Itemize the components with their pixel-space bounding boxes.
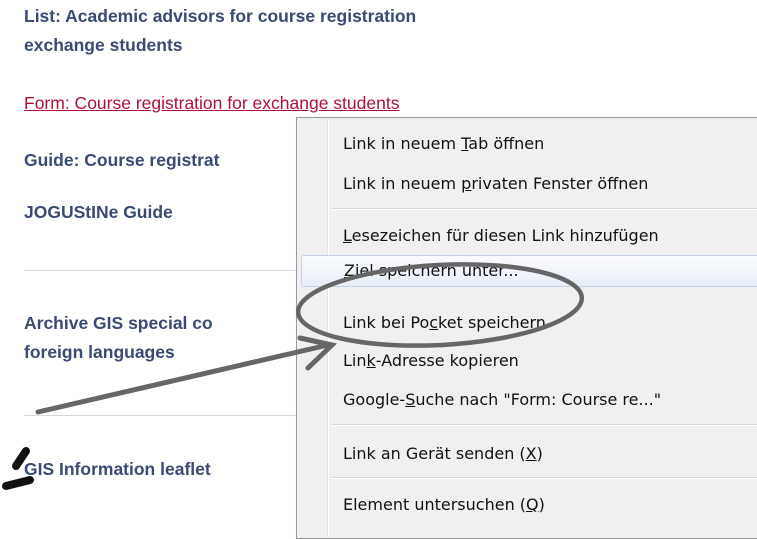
access-key: k xyxy=(366,351,376,370)
separator xyxy=(24,270,304,271)
link-course-registration-guide[interactable]: Guide: Course registrat xyxy=(24,146,219,175)
menu-item-send-to-device[interactable]: Link an Gerät senden (X) xyxy=(343,439,757,469)
menu-item-google-search[interactable]: Google-Suche nach "Form: Course re..." xyxy=(343,385,757,415)
menu-item-text: uche nach "Form: Course re..." xyxy=(415,390,662,409)
link-academic-advisors-list[interactable]: List: Academic advisors for course regis… xyxy=(24,2,416,60)
menu-separator xyxy=(331,477,757,479)
access-key: p xyxy=(461,174,472,193)
link-course-registration-form[interactable]: Form: Course registration for exchange s… xyxy=(24,89,399,118)
menu-item-text: ) xyxy=(538,495,545,514)
menu-item-text: esezeichen für diesen Link hinzufügen xyxy=(351,226,659,245)
link-line-2: exchange students xyxy=(24,35,183,55)
menu-item-save-target-as[interactable]: Ziel speichern unter... xyxy=(301,255,757,287)
link-line-1: Archive GIS special co xyxy=(24,313,213,333)
access-key: c xyxy=(429,313,439,332)
menu-item-text: rivaten Fenster öffnen xyxy=(471,174,649,193)
menu-item-save-to-pocket[interactable]: Link bei Pocket speichern xyxy=(343,308,757,338)
link-gis-information-leaflet[interactable]: GIS Information leaflet xyxy=(24,455,211,484)
menu-item-text: ket speichern xyxy=(438,313,546,332)
menu-item-open-private-window[interactable]: Link in neuem privaten Fenster öffnen xyxy=(343,169,757,199)
menu-item-text: Link an Gerät senden ( xyxy=(343,444,526,463)
menu-separator xyxy=(331,424,757,426)
menu-item-text: Link in neuem xyxy=(343,134,462,153)
link-archive-gis-special[interactable]: Archive GIS special co foreign languages xyxy=(24,309,213,367)
menu-item-inspect-element[interactable]: Element untersuchen (Q) xyxy=(343,490,757,520)
menu-item-text: Element untersuchen ( xyxy=(343,495,527,514)
menu-item-text: Link in neuem xyxy=(343,174,462,193)
menu-item-text: iel speichern unter... xyxy=(354,261,519,280)
link-line-1: List: Academic advisors for course regis… xyxy=(24,6,417,26)
access-key: S xyxy=(405,390,416,409)
menu-item-open-new-tab[interactable]: Link in neuem Tab öffnen xyxy=(343,129,757,159)
menu-icon-gutter xyxy=(327,120,329,536)
menu-item-text: -Adresse kopieren xyxy=(375,351,519,370)
link-jogustine-guide[interactable]: JOGUStINe Guide xyxy=(24,198,173,227)
menu-item-text: ab öffnen xyxy=(468,134,545,153)
menu-item-text: Link bei Po xyxy=(343,313,430,332)
access-key: X xyxy=(525,444,537,463)
menu-item-text: ) xyxy=(536,444,543,463)
access-key: Z xyxy=(344,261,355,280)
menu-separator xyxy=(331,208,757,210)
menu-item-text: Google- xyxy=(343,390,406,409)
separator xyxy=(24,415,304,416)
menu-item-bookmark-link[interactable]: Lesezeichen für diesen Link hinzufügen xyxy=(343,221,757,251)
access-key: Q xyxy=(526,495,539,514)
menu-item-copy-link[interactable]: Link-Adresse kopieren xyxy=(343,346,757,376)
menu-item-text: Lin xyxy=(343,351,367,370)
link-line-2: foreign languages xyxy=(24,342,175,362)
access-key: L xyxy=(343,226,352,245)
context-menu: Link in neuem Tab öffnen Link in neuem p… xyxy=(296,117,757,539)
